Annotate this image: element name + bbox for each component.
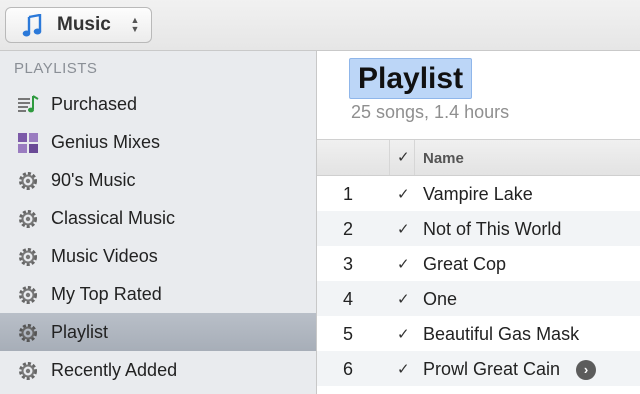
sidebar-item-label: 90's Music bbox=[51, 170, 136, 190]
sidebar-item-recently-added[interactable]: Recently Added bbox=[0, 351, 316, 389]
track-name: Vampire Lake bbox=[423, 184, 533, 204]
column-header-check[interactable]: ✓ bbox=[397, 148, 410, 166]
sidebar-item-90s-music[interactable]: 90's Music bbox=[0, 161, 316, 199]
sidebar-item-label: Recently Added bbox=[51, 360, 178, 380]
music-note-icon bbox=[22, 14, 42, 37]
column-divider[interactable] bbox=[389, 140, 390, 175]
column-divider[interactable] bbox=[414, 140, 415, 175]
track-name: Not of This World bbox=[423, 219, 562, 239]
track-name: One bbox=[423, 289, 458, 309]
sidebar-item-label: Playlist bbox=[51, 322, 109, 342]
track-name: Beautiful Gas Mask bbox=[423, 324, 580, 344]
gear-icon bbox=[19, 286, 37, 304]
track-checkbox[interactable]: ✓ bbox=[397, 360, 410, 378]
track-number: 6 bbox=[343, 359, 354, 379]
gear-icon bbox=[19, 362, 37, 380]
sidebar-item-my-top-rated[interactable]: My Top Rated bbox=[0, 275, 316, 313]
playlist-summary: 25 songs, 1.4 hours bbox=[351, 102, 510, 122]
track-checkbox[interactable]: ✓ bbox=[397, 325, 410, 343]
table-header: ✓ Name bbox=[317, 139, 640, 176]
track-checkbox[interactable]: ✓ bbox=[397, 255, 410, 273]
source-selector[interactable]: Music ▲ ▼ bbox=[5, 7, 152, 43]
table-row[interactable]: 4 ✓ One bbox=[317, 281, 640, 316]
sidebar-item-label: Classical Music bbox=[51, 208, 176, 228]
sidebar-item-classical-music[interactable]: Classical Music bbox=[0, 199, 316, 237]
purchased-list-icon bbox=[18, 95, 39, 113]
track-checkbox[interactable]: ✓ bbox=[397, 185, 410, 203]
track-checkbox[interactable]: ✓ bbox=[397, 290, 410, 308]
sidebar-item-label: Purchased bbox=[51, 94, 138, 114]
table-row[interactable]: 1 ✓ Vampire Lake bbox=[317, 176, 640, 211]
sidebar-header: PLAYLISTS bbox=[14, 60, 98, 77]
sidebar-item-playlist[interactable]: Playlist bbox=[0, 313, 316, 351]
table-row[interactable]: 6 ✓ Prowl Great Cain › bbox=[317, 351, 640, 386]
source-selector-label: Music bbox=[57, 14, 111, 35]
playlist-title: Playlist bbox=[358, 62, 464, 95]
gear-icon bbox=[19, 210, 37, 228]
track-number: 5 bbox=[343, 324, 354, 344]
chevron-updown-icon: ▲ ▼ bbox=[130, 15, 140, 34]
gear-icon bbox=[19, 172, 37, 190]
genius-mixes-icon bbox=[18, 133, 38, 153]
sidebar-item-genius-mixes[interactable]: Genius Mixes bbox=[0, 123, 316, 161]
sidebar-item-label: My Top Rated bbox=[51, 284, 162, 304]
track-name: Prowl Great Cain bbox=[423, 359, 561, 379]
gear-icon bbox=[19, 324, 37, 342]
track-name: Great Cop bbox=[423, 254, 507, 274]
track-number: 1 bbox=[343, 184, 354, 204]
track-checkbox[interactable]: ✓ bbox=[397, 220, 410, 238]
toolbar: Music ▲ ▼ bbox=[0, 0, 640, 51]
sidebar-item-label: Genius Mixes bbox=[51, 132, 161, 152]
track-number: 3 bbox=[343, 254, 354, 274]
sidebar: PLAYLISTS Purchased Genius Mixes 90's Mu… bbox=[0, 51, 317, 394]
gear-icon bbox=[19, 248, 37, 266]
track-number: 4 bbox=[343, 289, 354, 309]
playlist-title-field[interactable]: Playlist bbox=[349, 58, 473, 99]
sidebar-item-label: Music Videos bbox=[51, 246, 158, 266]
sidebar-item-music-videos[interactable]: Music Videos bbox=[0, 237, 316, 275]
track-number: 2 bbox=[343, 219, 354, 239]
table-row[interactable]: 5 ✓ Beautiful Gas Mask bbox=[317, 316, 640, 351]
song-table: ✓ Name 1 ✓ Vampire Lake 2 ✓ Not of This … bbox=[317, 139, 640, 386]
table-row[interactable]: 3 ✓ Great Cop bbox=[317, 246, 640, 281]
column-header-name[interactable]: Name bbox=[423, 150, 464, 167]
table-row[interactable]: 2 ✓ Not of This World bbox=[317, 211, 640, 246]
sidebar-item-purchased[interactable]: Purchased bbox=[0, 85, 316, 123]
more-options-icon[interactable]: › bbox=[576, 360, 596, 380]
